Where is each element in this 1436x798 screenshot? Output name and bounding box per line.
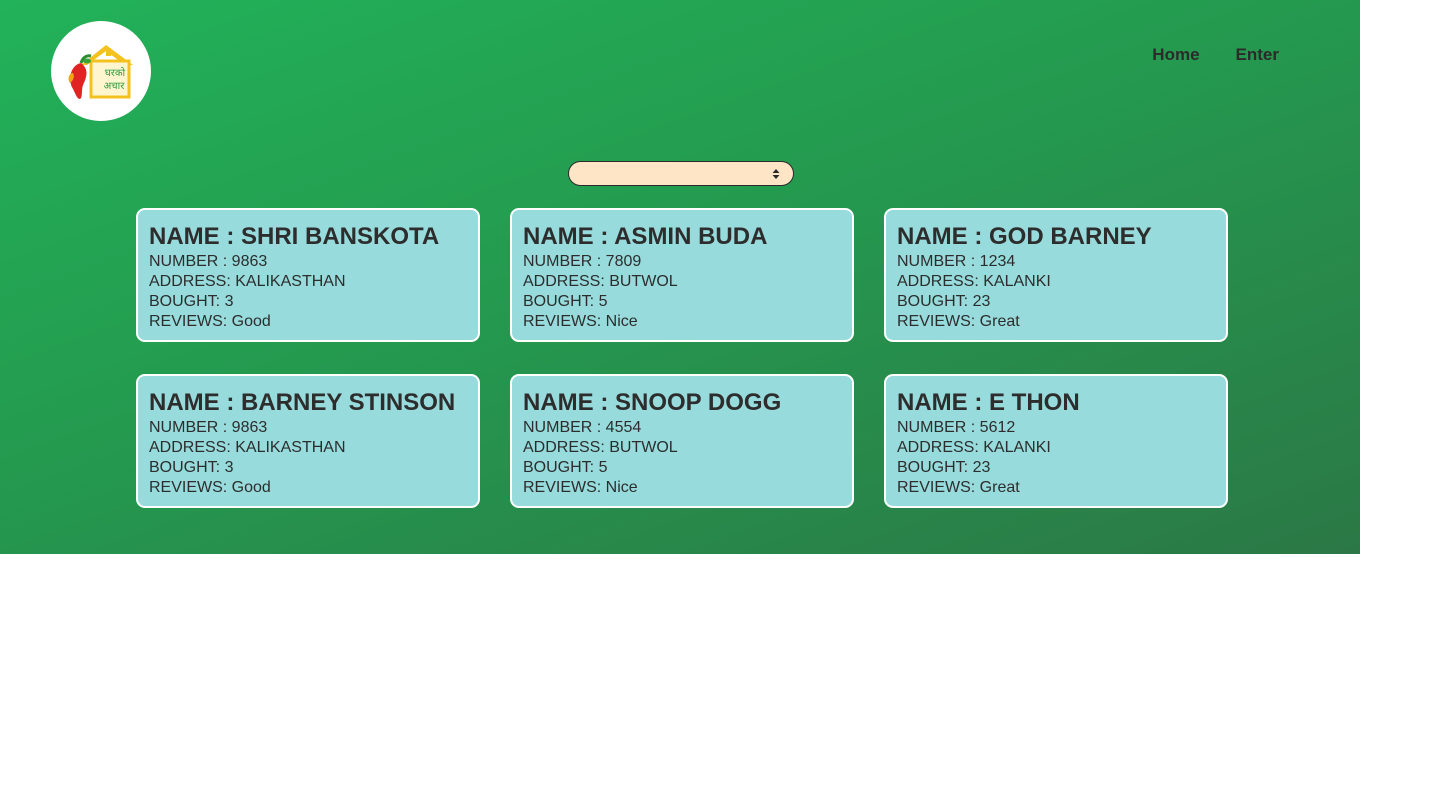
customer-number: NUMBER : 4554: [523, 419, 642, 436]
customer-address: ADDRESS: KALANKI: [897, 273, 1051, 290]
filter-select[interactable]: [568, 161, 794, 186]
nav-enter-link[interactable]: Enter: [1236, 45, 1279, 65]
customer-reviews: REVIEWS: Great: [897, 479, 1020, 496]
customer-number: NUMBER : 1234: [897, 253, 1016, 270]
customer-reviews: REVIEWS: Nice: [523, 479, 638, 496]
logo-text-line1: घरको: [105, 67, 126, 79]
nav-home-link[interactable]: Home: [1152, 45, 1199, 65]
customer-name: NAME : GOD BARNEY: [897, 223, 1152, 250]
customer-address: ADDRESS: KALIKASTHAN: [149, 273, 346, 290]
brand-logo[interactable]: घरको अचार: [51, 21, 151, 121]
customer-bought: BOUGHT: 23: [897, 459, 991, 476]
customer-number: NUMBER : 9863: [149, 253, 268, 270]
customer-name: NAME : BARNEY STINSON: [149, 389, 456, 416]
customer-address: ADDRESS: BUTWOL: [523, 439, 678, 456]
customer-number: NUMBER : 7809: [523, 253, 642, 270]
customer-name: NAME : E THON: [897, 389, 1080, 416]
customer-reviews: REVIEWS: Great: [897, 313, 1020, 330]
hero-section: घरको अचार Home Enter NAME : SHRI BANSKOT…: [0, 0, 1360, 554]
customer-name: NAME : SHRI BANSKOTA: [149, 223, 440, 250]
top-nav: Home Enter: [1152, 45, 1279, 65]
customer-bought: BOUGHT: 3: [149, 459, 234, 476]
house-chilli-logo-icon: घरको अचार: [68, 45, 133, 99]
customer-bought: BOUGHT: 3: [149, 293, 234, 310]
customer-card: NAME : ASMIN BUDA NUMBER : 7809 ADDRESS:…: [510, 208, 854, 342]
customer-card: NAME : BARNEY STINSON NUMBER : 9863 ADDR…: [136, 374, 480, 508]
customer-reviews: REVIEWS: Good: [149, 313, 271, 330]
logo-text-line2: अचार: [104, 81, 126, 92]
customer-bought: BOUGHT: 5: [523, 293, 608, 310]
customer-name: NAME : ASMIN BUDA: [523, 223, 768, 250]
customer-bought: BOUGHT: 23: [897, 293, 991, 310]
customer-bought: BOUGHT: 5: [523, 459, 608, 476]
customer-card: NAME : SHRI BANSKOTA NUMBER : 9863 ADDRE…: [136, 208, 480, 342]
customer-address: ADDRESS: KALIKASTHAN: [149, 439, 346, 456]
customer-number: NUMBER : 9863: [149, 419, 268, 436]
customer-address: ADDRESS: KALANKI: [897, 439, 1051, 456]
customer-number: NUMBER : 5612: [897, 419, 1016, 436]
customer-address: ADDRESS: BUTWOL: [523, 273, 678, 290]
customer-card: NAME : GOD BARNEY NUMBER : 1234 ADDRESS:…: [884, 208, 1228, 342]
customer-name: NAME : SNOOP DOGG: [523, 389, 782, 416]
select-arrows-icon: [772, 169, 780, 179]
customer-reviews: REVIEWS: Nice: [523, 313, 638, 330]
customer-card: NAME : E THON NUMBER : 5612 ADDRESS: KAL…: [884, 374, 1228, 508]
customer-reviews: REVIEWS: Good: [149, 479, 271, 496]
customer-card: NAME : SNOOP DOGG NUMBER : 4554 ADDRESS:…: [510, 374, 854, 508]
